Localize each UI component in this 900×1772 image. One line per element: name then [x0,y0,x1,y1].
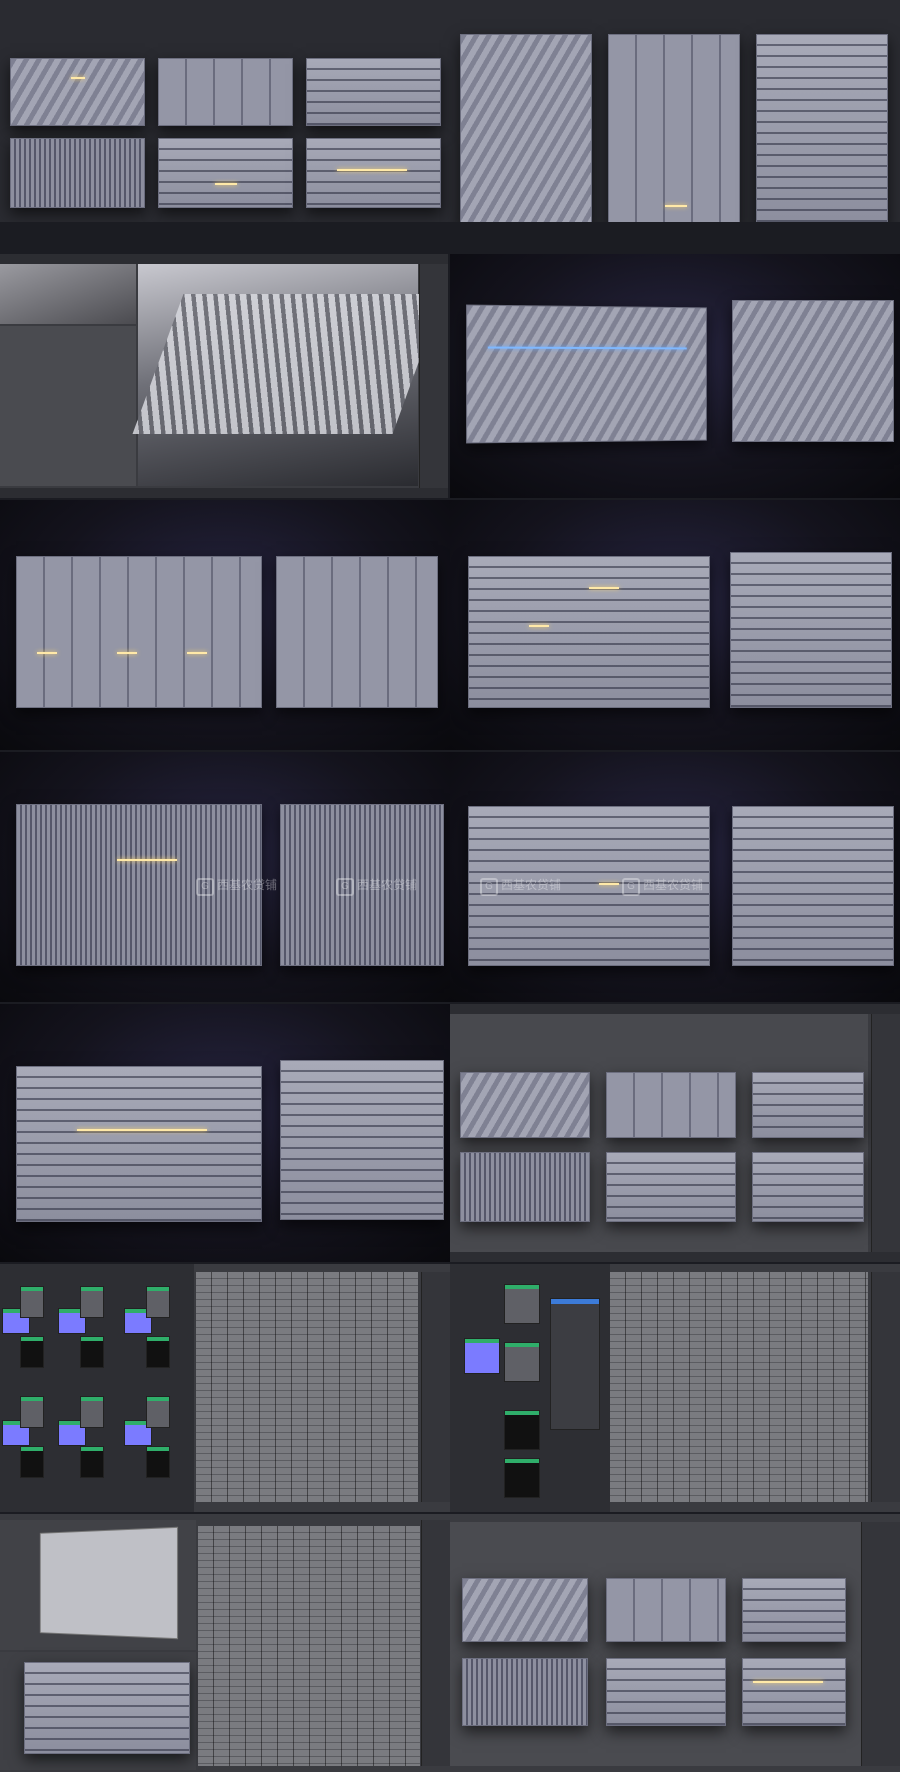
command-panel-2[interactable] [871,1014,900,1252]
uv-texture-view[interactable] [196,1272,418,1502]
strip-set-3 [756,34,888,222]
asset-overview-tile [0,0,900,222]
uv-viewport-top[interactable] [0,1520,196,1650]
node-editor-2 [450,1264,900,1512]
command-panel-5[interactable] [421,1520,450,1766]
viewport-window-3 [450,1514,900,1772]
vp-panel-5 [606,1152,736,1222]
render-panel-b [732,300,894,442]
vp-panel-4 [460,1152,590,1222]
node-graph-area-2[interactable] [450,1264,610,1512]
wall-panel-1 [10,58,145,126]
wall-panel-5 [158,138,293,208]
viewport-overview[interactable] [450,1014,868,1252]
vp-panel-2 [606,1072,736,1138]
strip-set-1 [460,34,592,222]
uv-texture-view-3[interactable] [198,1526,420,1766]
render-panel-k [16,1066,262,1222]
viewport-window-2 [450,1004,900,1262]
viewport-left-top[interactable] [0,264,136,324]
viewport-window [0,254,448,498]
node-editor-1 [0,1264,450,1512]
command-panel[interactable] [419,264,448,488]
vp-panel-3 [752,1072,864,1138]
uv-texture-view-2[interactable] [610,1272,868,1502]
render-tile-1 [450,254,900,498]
render-tile-3 [450,500,900,750]
uv-editor-window [0,1514,450,1772]
render-panel-a [466,305,707,444]
timeline-bar[interactable] [0,488,448,498]
viewport-overview-2[interactable] [450,1522,862,1766]
render-tile-6 [0,1004,450,1262]
render-panel-d [276,556,438,708]
render-panel-l [280,1060,444,1220]
watermark-2: G 西基农贷铺 [336,876,417,896]
watermark-3: G 西基农贷铺 [480,876,561,896]
viewport-perspective[interactable] [138,264,418,486]
viewport-left-bottom[interactable] [0,326,136,486]
render-panel-j [732,806,894,966]
vp-panel-1 [460,1072,590,1138]
render-tile-4: G 西基农贷铺 G 西基农贷铺 [0,752,450,1002]
viewport-toolbar[interactable] [0,254,448,264]
watermark-4: G 西基农贷铺 [622,876,703,896]
uv-viewport-bottom[interactable] [0,1652,196,1770]
timeline-bar-2[interactable] [450,1252,900,1262]
layer-list-panel[interactable] [861,1522,900,1766]
node-graph-area[interactable] [0,1264,194,1512]
wall-panel-4 [10,138,145,208]
wall-panel-2 [158,58,293,126]
viewport-toolbar-2[interactable] [450,1004,900,1014]
render-tile-5: G 西基农贷铺 G 西基农贷铺 [450,752,900,1002]
watermark-1: G 西基农贷铺 [196,876,277,896]
render-panel-c [16,556,262,708]
strip-set-2 [608,34,740,222]
wall-panel-3 [306,58,441,126]
wall-panel-6 [306,138,441,208]
command-panel-4[interactable] [871,1272,900,1502]
vp-panel-6 [752,1152,864,1222]
render-tile-2 [0,500,450,750]
render-panel-e [468,556,710,708]
render-panel-f [730,552,892,708]
command-panel-3[interactable] [421,1272,450,1502]
